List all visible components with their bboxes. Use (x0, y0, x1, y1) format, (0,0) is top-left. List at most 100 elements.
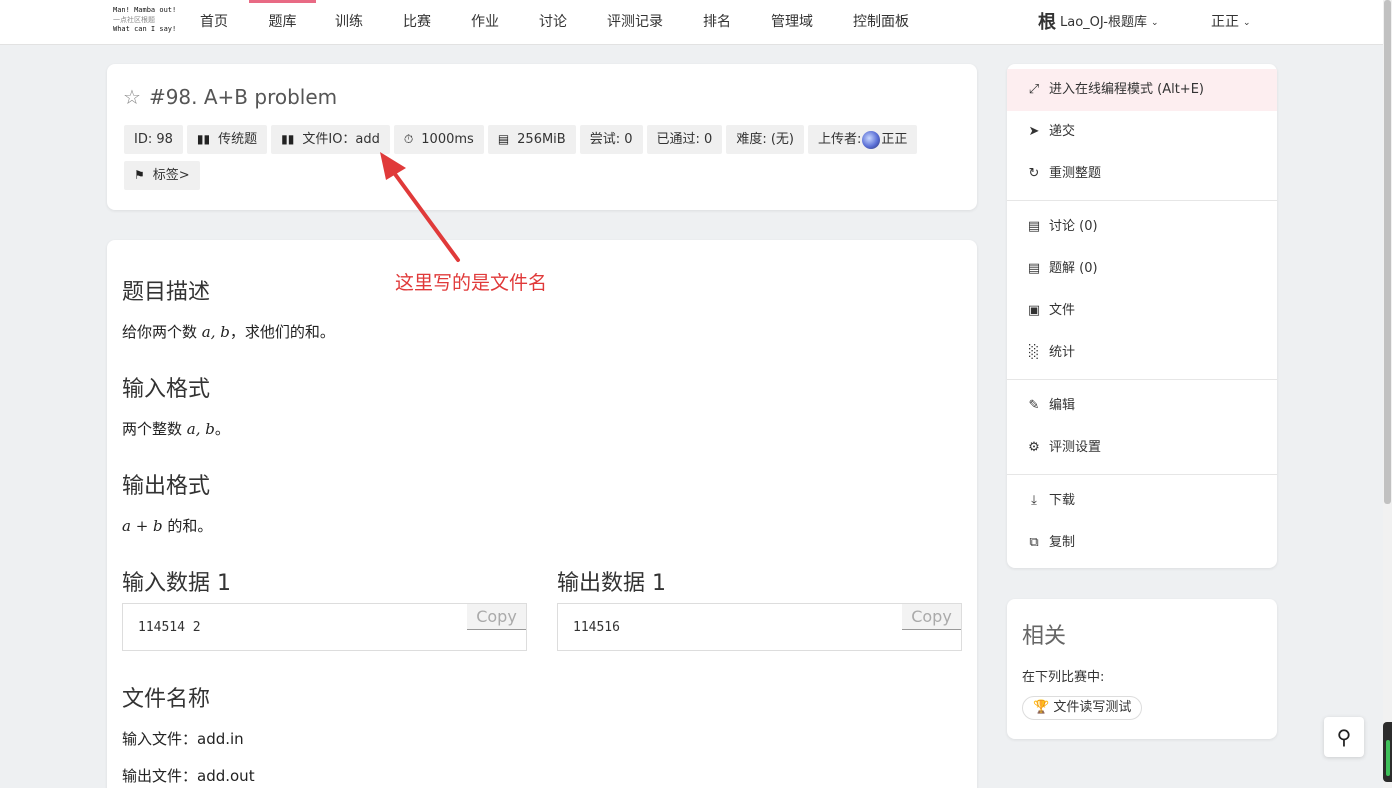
copy-input-button[interactable]: Copy (467, 604, 526, 630)
copy-problem-label: 复制 (1049, 535, 1076, 550)
uploader-label: 上传者: (817, 132, 862, 147)
nav-contests[interactable]: 比赛 (403, 0, 431, 45)
memory-icon: ▤ (497, 132, 510, 146)
refresh-icon: ↻ (1028, 166, 1040, 181)
copy-icon: ⧉ (1029, 535, 1039, 550)
bookmark-icon: ▮▮ (281, 132, 295, 146)
download-link[interactable]: ⤓ 下载 (1007, 480, 1277, 522)
file-io-tag: ▮▮ 文件IO：add (271, 125, 390, 154)
problem-header-card: ☆ #98. A+B problem ID: 98 ▮▮ 传统题 ▮▮ 文件IO：a… (107, 64, 977, 210)
comment-icon: ▤ (1027, 219, 1041, 234)
expand-icon: ⤢ (1028, 82, 1040, 97)
online-ide-button[interactable]: ⤢ 进入在线编程模式 (Alt+E) (1007, 69, 1277, 111)
problem-title: #98. A+B problem (148, 85, 338, 109)
sample-input-code: 114514 2 (138, 620, 201, 635)
sample-output-code: 114516 (573, 620, 620, 635)
uploader-name: 正正 (881, 132, 908, 147)
sample-input-box[interactable]: 114514 2 Copy (122, 603, 527, 651)
bar-chart-icon: ░ (1029, 345, 1039, 360)
logo-line-2: 一点社区根题 (113, 15, 155, 24)
user-menu[interactable]: 正正 ⌄ (1211, 0, 1251, 45)
nav-homework[interactable]: 作业 (471, 0, 499, 45)
statistics-label: 统计 (1049, 345, 1076, 360)
output-file-text: 输出文件：add.out (122, 767, 255, 785)
description-heading: 题目描述 (122, 280, 211, 305)
edge-widget-bar (1386, 740, 1390, 776)
scrollbar-thumb[interactable] (1384, 0, 1391, 504)
download-icon: ⤓ (1031, 493, 1037, 508)
edit-label: 编辑 (1049, 398, 1076, 413)
output-format-heading: 输出格式 (122, 474, 211, 499)
star-icon[interactable]: ☆ (123, 85, 141, 109)
file-io-label: 文件IO：add (302, 132, 380, 147)
tags-toggle-button[interactable]: ⚑ 标签> (124, 161, 200, 190)
discussion-label: 讨论 (0) (1049, 219, 1098, 234)
bookmark-icon: ▮▮ (196, 132, 211, 146)
nav-domain-manage[interactable]: 管理域 (771, 0, 813, 45)
nav-problems[interactable]: 题库 (249, 0, 316, 45)
nav-control-panel[interactable]: 控制面板 (853, 0, 909, 45)
divider (1007, 200, 1277, 201)
logo-line-3: What can I say! (113, 25, 177, 33)
input-format-heading: 输入格式 (122, 377, 211, 402)
nav-home[interactable]: 首页 (200, 0, 228, 45)
divider (1007, 474, 1277, 475)
description-text-post: ，求他们的和。 (229, 323, 335, 341)
page-scrollbar[interactable] (1383, 0, 1392, 788)
contest-link[interactable]: 🏆 文件读写测试 (1022, 696, 1143, 720)
copy-output-button[interactable]: Copy (902, 604, 961, 630)
input-file-text: 输入文件：add.in (122, 730, 244, 748)
problem-type-tag: ▮▮ 传统题 (186, 125, 268, 154)
top-navbar: Man! Mamba out! 一点社区根题 What can I say! 首… (0, 0, 1383, 45)
description-math: a, b (201, 323, 230, 341)
nav-discussion[interactable]: 讨论 (539, 0, 567, 45)
site-logo[interactable]: Man! Mamba out! 一点社区根题 What can I say! (113, 6, 183, 40)
nav-records[interactable]: 评测记录 (607, 0, 663, 45)
problem-type-label: 传统题 (218, 132, 258, 147)
stopwatch-icon: ⏱ (403, 132, 414, 146)
judge-settings-label: 评测设置 (1049, 440, 1102, 455)
output-format-math: a + b (122, 517, 163, 535)
chevron-down-icon: ⌄ (1243, 18, 1251, 28)
memory-limit-tag: ▤ 256MiB (487, 125, 576, 154)
submit-button[interactable]: ➤ 递交 (1007, 111, 1277, 153)
input-format-math: a, b (186, 420, 215, 438)
statistics-link[interactable]: ░ 统计 (1007, 332, 1277, 374)
divider (1007, 379, 1277, 380)
problem-content-card: 题目描述 给你两个数 a, b，求他们的和。 输入格式 两个整数 a, b。 输… (107, 240, 977, 788)
input-format-text: 两个整数 a, b。 (122, 418, 230, 439)
file-name-heading: 文件名称 (122, 687, 211, 712)
uploader-tag[interactable]: 上传者: 正正 (807, 125, 918, 154)
sample-output-box[interactable]: 114516 Copy (557, 603, 962, 651)
copy-problem-link[interactable]: ⧉ 复制 (1007, 522, 1277, 564)
problem-meta: ID: 98 ▮▮ 传统题 ▮▮ 文件IO：add ⏱ 1000ms ▤ 256MiB … (124, 125, 964, 190)
discussion-link[interactable]: ▤ 讨论 (0) (1007, 206, 1277, 248)
files-link[interactable]: ▣ 文件 (1007, 290, 1277, 332)
contest-name: 文件读写测试 (1053, 700, 1132, 715)
tag-icon: ⚑ (134, 168, 145, 182)
judge-settings-link[interactable]: ⚙ 评测设置 (1007, 427, 1277, 469)
time-limit-label: 1000ms (421, 132, 474, 147)
gear-icon: ⚙ (1028, 440, 1040, 455)
pencil-icon: ✎ (1028, 398, 1040, 413)
nav-training[interactable]: 训练 (335, 0, 363, 45)
avatar (862, 130, 881, 149)
submit-label: 递交 (1049, 124, 1076, 139)
chevron-down-icon: ⌄ (1150, 18, 1159, 28)
domain-logo-icon: 根 (1038, 12, 1056, 33)
edit-link[interactable]: ✎ 编辑 (1007, 385, 1277, 427)
rejudge-button[interactable]: ↻ 重测整题 (1007, 153, 1277, 195)
image-file-icon: ▣ (1027, 303, 1041, 318)
domain-switcher[interactable]: 根 Lao_OJ-根题库 ⌄ (1038, 0, 1159, 45)
search-button[interactable]: ⚲ (1324, 717, 1364, 757)
logo-line-1: Man! Mamba out! (113, 6, 177, 14)
time-limit-tag: ⏱ 1000ms (393, 125, 484, 154)
related-heading: 相关 (1022, 624, 1067, 649)
download-label: 下载 (1049, 493, 1076, 508)
nav-ranking[interactable]: 排名 (703, 0, 731, 45)
problem-id-tag: ID: 98 (124, 125, 183, 154)
user-name: 正正 (1211, 14, 1239, 30)
solutions-link[interactable]: ▤ 题解 (0) (1007, 248, 1277, 290)
annotation-text: 这里写的是文件名 (395, 272, 548, 294)
files-label: 文件 (1049, 303, 1076, 318)
